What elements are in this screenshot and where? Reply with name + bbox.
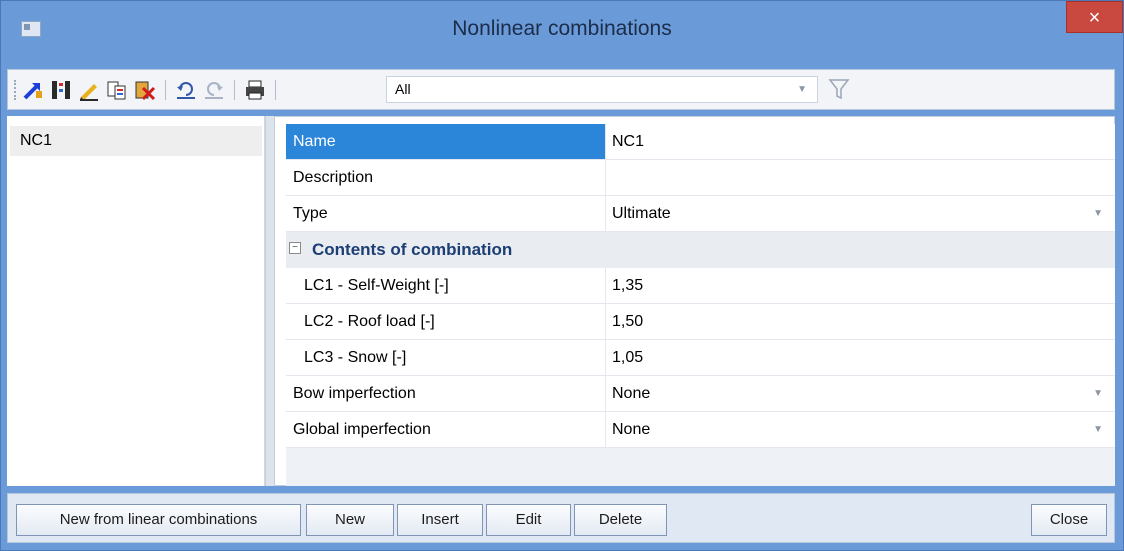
property-label-lc1: LC1 - Self-Weight [-] <box>286 268 606 303</box>
insert-button[interactable]: Insert <box>397 504 483 536</box>
property-value-bow-imperfection[interactable]: None ▼ <box>606 376 1115 411</box>
property-label-description: Description <box>286 160 606 195</box>
redo-icon[interactable] <box>203 79 225 101</box>
delete-icon[interactable] <box>134 79 156 101</box>
property-row-name[interactable]: Name NC1 <box>286 124 1115 160</box>
property-row-lc2[interactable]: LC2 - Roof load [-] 1,50 <box>286 304 1115 340</box>
filter-value: All <box>395 81 411 97</box>
property-label-lc2: LC2 - Roof load [-] <box>286 304 606 339</box>
columns-icon[interactable] <box>50 79 72 101</box>
toolbar: All ▼ <box>7 69 1115 110</box>
global-value: None <box>612 421 651 438</box>
toolbar-separator <box>275 80 276 100</box>
print-icon[interactable] <box>244 79 266 101</box>
property-label-bow-imperfection: Bow imperfection <box>286 376 606 411</box>
property-label-global-imperfection: Global imperfection <box>286 412 606 447</box>
new-from-linear-combinations-button[interactable]: New from linear combinations <box>16 504 301 536</box>
property-grid: Name NC1 Description Type Ultimate ▼ − C… <box>286 124 1115 486</box>
property-value-lc2[interactable]: 1,50 <box>606 304 1115 339</box>
button-bar: New from linear combinations New Insert … <box>7 493 1115 543</box>
list-item-nc1[interactable]: NC1 <box>10 126 262 156</box>
toolbar-separator <box>165 80 166 100</box>
undo-icon[interactable] <box>175 79 197 101</box>
property-label-name: Name <box>286 124 606 159</box>
window-title: Nonlinear combinations <box>452 17 672 40</box>
copy-icon[interactable] <box>106 79 128 101</box>
property-label-lc3: LC3 - Snow [-] <box>286 340 606 375</box>
property-value-global-imperfection[interactable]: None ▼ <box>606 412 1115 447</box>
edit-button[interactable]: Edit <box>486 504 571 536</box>
filter-dropdown[interactable]: All ▼ <box>386 76 818 103</box>
property-row-type[interactable]: Type Ultimate ▼ <box>286 196 1115 232</box>
property-row-global-imperfection[interactable]: Global imperfection None ▼ <box>286 412 1115 448</box>
toolbar-grip[interactable] <box>14 80 19 100</box>
new-button[interactable]: New <box>306 504 394 536</box>
property-value-lc1[interactable]: 1,35 <box>606 268 1115 303</box>
toolbar-separator <box>234 80 235 100</box>
filter-icon[interactable] <box>828 77 850 101</box>
delete-button[interactable]: Delete <box>574 504 667 536</box>
chevron-down-icon[interactable]: ▼ <box>797 77 807 102</box>
chevron-down-icon[interactable]: ▼ <box>1093 196 1103 231</box>
property-row-lc1[interactable]: LC1 - Self-Weight [-] 1,35 <box>286 268 1115 304</box>
chevron-down-icon[interactable]: ▼ <box>1093 376 1103 411</box>
property-value-type[interactable]: Ultimate ▼ <box>606 196 1115 231</box>
collapse-icon[interactable]: − <box>289 242 301 254</box>
type-value: Ultimate <box>612 205 671 222</box>
combination-list: NC1 <box>7 116 265 486</box>
close-window-button[interactable]: × <box>1066 1 1123 33</box>
property-label-type: Type <box>286 196 606 231</box>
property-value-lc3[interactable]: 1,05 <box>606 340 1115 375</box>
section-title: Contents of combination <box>312 240 513 259</box>
property-value-description[interactable] <box>606 160 1115 195</box>
splitter[interactable] <box>265 116 275 486</box>
property-row-description[interactable]: Description <box>286 160 1115 196</box>
property-row-lc3[interactable]: LC3 - Snow [-] 1,05 <box>286 340 1115 376</box>
close-button[interactable]: Close <box>1031 504 1107 536</box>
title-bar[interactable]: Nonlinear combinations × <box>1 1 1123 57</box>
property-value-name[interactable]: NC1 <box>606 124 1115 159</box>
edit-icon[interactable] <box>78 79 100 101</box>
select-icon[interactable] <box>22 79 44 101</box>
chevron-down-icon[interactable]: ▼ <box>1093 412 1103 447</box>
property-row-bow-imperfection[interactable]: Bow imperfection None ▼ <box>286 376 1115 412</box>
bow-value: None <box>612 385 651 402</box>
section-contents-of-combination: − Contents of combination <box>286 232 1115 268</box>
